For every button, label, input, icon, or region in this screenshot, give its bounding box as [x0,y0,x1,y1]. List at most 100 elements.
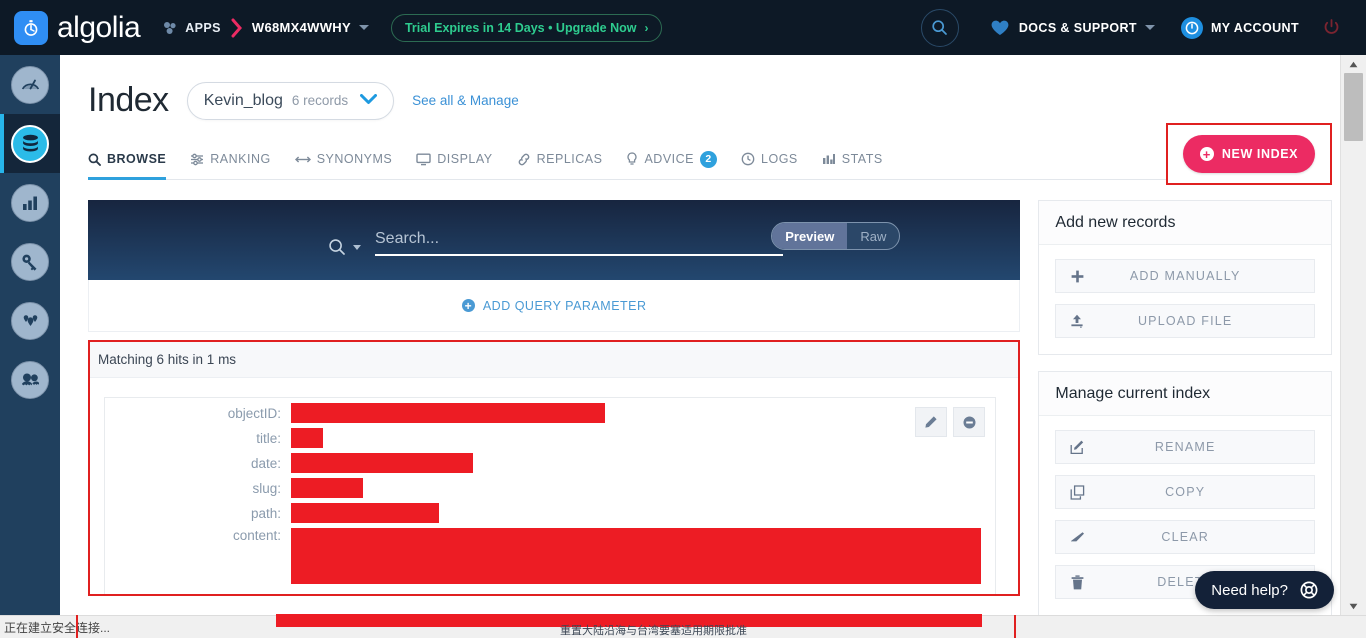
heart-icon[interactable] [991,20,1009,36]
new-index-button[interactable]: + NEW INDEX [1182,135,1316,173]
field-value-redacted [291,428,323,448]
need-help-widget[interactable]: Need help? [1195,571,1334,609]
key-icon [11,242,49,281]
bar-chart-icon [822,153,836,166]
tab-ranking[interactable]: RANKING [190,146,270,179]
edit-record-button[interactable] [915,407,948,437]
sidebar-item-team[interactable] [0,350,60,409]
add-manually-button[interactable]: ADD MANUALLY [1055,259,1315,293]
tab-display[interactable]: DISPLAY [416,146,492,179]
sidebar-item-analytics[interactable] [0,173,60,232]
docs-support-label[interactable]: DOCS & SUPPORT [1019,21,1137,35]
tab-synonyms[interactable]: SYNONYMS [294,146,393,179]
tab-label: SYNONYMS [316,152,393,166]
apps-breadcrumb[interactable]: APPS W68MX4WWHY [162,18,369,38]
hits-text: Matching 6 hits in 1 ms [98,352,237,367]
tab-replicas[interactable]: REPLICAS [517,146,603,179]
sliders-icon [190,153,204,166]
plus-icon [1056,270,1098,283]
trash-icon [1056,574,1098,590]
plus-icon: + [1199,147,1214,161]
add-new-records-card: Add new records ADD MANUALLY UPLOAD FILE [1038,200,1332,355]
chevron-right-icon: › [644,20,649,35]
global-search-button[interactable] [920,8,959,47]
algolia-logo[interactable]: algolia [14,10,141,45]
main-content-area: Index Kevin_blog 6 records See all & Man… [60,55,1340,615]
search-input[interactable] [375,230,783,256]
application-id: W68MX4WWHY [251,20,351,35]
power-icon[interactable] [1323,19,1340,36]
add-query-parameter-label: ADD QUERY PARAMETER [482,298,647,313]
tab-label: BROWSE [107,152,167,166]
breadcrumb-chevron-icon [231,18,243,38]
toggle-preview[interactable]: Preview [772,223,848,249]
see-all-manage-link[interactable]: See all & Manage [412,93,519,108]
apps-icon [162,20,178,36]
docs-chevron-down-icon[interactable] [1144,25,1155,30]
search-icon [328,238,346,256]
arrows-icon [294,154,311,165]
hits-summary: Matching 6 hits in 1 ms [90,342,1019,378]
upload-file-button[interactable]: UPLOAD FILE [1055,304,1315,338]
team-icon [11,360,49,399]
bar-chart-icon [11,183,49,222]
record-field: date: [105,453,995,473]
status-text: 正在建立安全连接... [4,620,111,635]
scroll-down-arrow-icon[interactable] [1341,597,1366,615]
pencil-square-icon [1056,440,1098,455]
toggle-raw[interactable]: Raw [847,223,899,249]
tab-label: REPLICAS [536,152,603,166]
account-icon[interactable] [1180,16,1203,39]
algolia-wordmark: algolia [57,10,141,44]
index-tab-bar: BROWSE RANKING SYNONYMS DISPLAY REPLICAS… [88,146,1332,180]
tab-stats[interactable]: STATS [822,146,883,179]
tab-label: ADVICE [644,152,695,166]
button-label: ADD MANUALLY [1129,269,1241,283]
search-icon [932,20,948,35]
left-icon-rail [0,55,60,615]
page-title: Index [88,81,169,119]
card-title: Manage current index [1039,372,1331,416]
chevron-down-icon[interactable] [358,25,369,30]
sidebar-item-dashboard[interactable] [0,55,60,114]
algolia-logo-icon [14,10,48,45]
tab-browse[interactable]: BROWSE [88,146,167,180]
button-label: COPY [1165,485,1206,499]
field-value-redacted [291,403,605,423]
add-query-parameter-button[interactable]: + ADD QUERY PARAMETER [461,298,647,313]
tab-advice[interactable]: ADVICE 2 [626,146,718,179]
results-annotation-box: Matching 6 hits in 1 ms objectID: title:… [88,340,1021,596]
tab-logs[interactable]: LOGS [741,146,798,179]
apps-label: APPS [185,20,221,35]
monitor-icon [416,153,431,166]
copy-index-button[interactable]: COPY [1055,475,1315,509]
trial-upgrade-banner[interactable]: Trial Expires in 14 Days • Upgrade Now › [390,13,663,42]
database-icon [11,124,49,163]
scroll-up-arrow-icon[interactable] [1341,55,1366,73]
lifebuoy-icon [1300,581,1318,599]
index-selector[interactable]: Kevin_blog 6 records [186,81,395,120]
tab-label: RANKING [210,152,271,166]
sidebar-item-api-keys[interactable] [0,232,60,291]
tab-label: DISPLAY [437,152,493,166]
sidebar-item-places[interactable] [0,291,60,350]
plus-icon: + [461,299,475,312]
field-label: date: [250,455,281,471]
button-label: CLEAR [1161,530,1210,544]
button-label: UPLOAD FILE [1137,314,1233,328]
gauge-icon [11,65,49,104]
scrollbar-thumb[interactable] [1344,73,1363,141]
right-sidebar: Add new records ADD MANUALLY UPLOAD FILE… [1038,200,1332,615]
clear-index-button[interactable]: CLEAR [1055,520,1315,554]
bulb-icon [626,152,638,166]
my-account-label[interactable]: MY ACCOUNT [1211,21,1299,35]
new-index-annotation: + NEW INDEX [1166,123,1332,185]
advice-badge: 2 [700,150,718,168]
sidebar-item-indices[interactable] [0,114,60,173]
vertical-scrollbar[interactable] [1340,55,1366,615]
search-options-chevron-down-icon[interactable] [353,245,361,250]
remove-record-button[interactable] [953,407,986,437]
rename-index-button[interactable]: RENAME [1055,430,1315,464]
preview-raw-toggle[interactable]: Preview Raw [771,222,901,250]
minus-circle-icon [963,416,976,428]
